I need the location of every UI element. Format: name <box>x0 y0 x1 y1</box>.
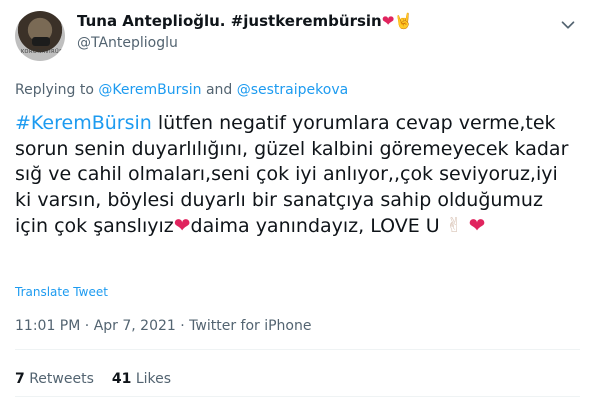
mention-link-1[interactable]: @KeremBursin <box>98 82 201 98</box>
meta-separator: · <box>80 318 94 334</box>
avatar[interactable]: KORONAVİRÜS <box>15 11 65 61</box>
likes-stat[interactable]: 41 Likes <box>112 371 171 387</box>
retweets-label: Retweets <box>29 371 94 387</box>
tweet-source: Twitter for iPhone <box>189 318 312 334</box>
tweet-text-part2: daima yanındayız, LOVE U <box>190 215 440 237</box>
avatar-caption: KORONAVİRÜS <box>21 49 63 55</box>
translate-tweet-link[interactable]: Translate Tweet <box>15 285 108 299</box>
divider <box>15 396 580 397</box>
tweet-time[interactable]: 11:01 PM <box>15 318 80 334</box>
author-handle[interactable]: @TAnteplioglu <box>77 35 178 51</box>
likes-count: 41 <box>111 371 132 387</box>
red-heart-icon: ❤ <box>468 213 486 237</box>
divider <box>15 349 580 350</box>
rock-hand-icon: 🤘 <box>394 12 413 30</box>
red-heart-icon: ❤ <box>173 213 191 237</box>
hashtag-link[interactable]: #KeremBürsin <box>15 112 152 134</box>
victory-hand-icon: ✌ <box>445 213 463 237</box>
tweet-text: #KeremBürsin lütfen negatif yorumlara ce… <box>15 111 580 240</box>
tweet-date[interactable]: Apr 7, 2021 <box>94 318 176 334</box>
meta-separator: · <box>175 318 190 334</box>
chevron-down-icon[interactable] <box>557 14 579 36</box>
replying-conj: and <box>205 82 233 98</box>
author-name-text: Tuna Anteplioğlu. #justkerembürsin <box>77 12 382 30</box>
author-name[interactable]: Tuna Anteplioğlu. #justkerembürsin❤🤘 <box>77 12 413 30</box>
tweet-meta: 11:01 PM · Apr 7, 2021 · Twitter for iPh… <box>15 318 312 334</box>
red-heart-icon: ❤ <box>381 12 395 30</box>
retweets-stat[interactable]: 7 Retweets <box>15 371 94 387</box>
face-mask-graphic <box>32 37 50 46</box>
replying-prefix: Replying to <box>15 82 94 98</box>
retweets-count: 7 <box>15 371 25 387</box>
replying-to: Replying to @KeremBursin and @sestraipek… <box>15 82 348 98</box>
mention-link-2[interactable]: @sestraipekova <box>237 82 348 98</box>
tweet-stats: 7 Retweets 41 Likes <box>15 371 171 387</box>
likes-label: Likes <box>135 371 172 387</box>
